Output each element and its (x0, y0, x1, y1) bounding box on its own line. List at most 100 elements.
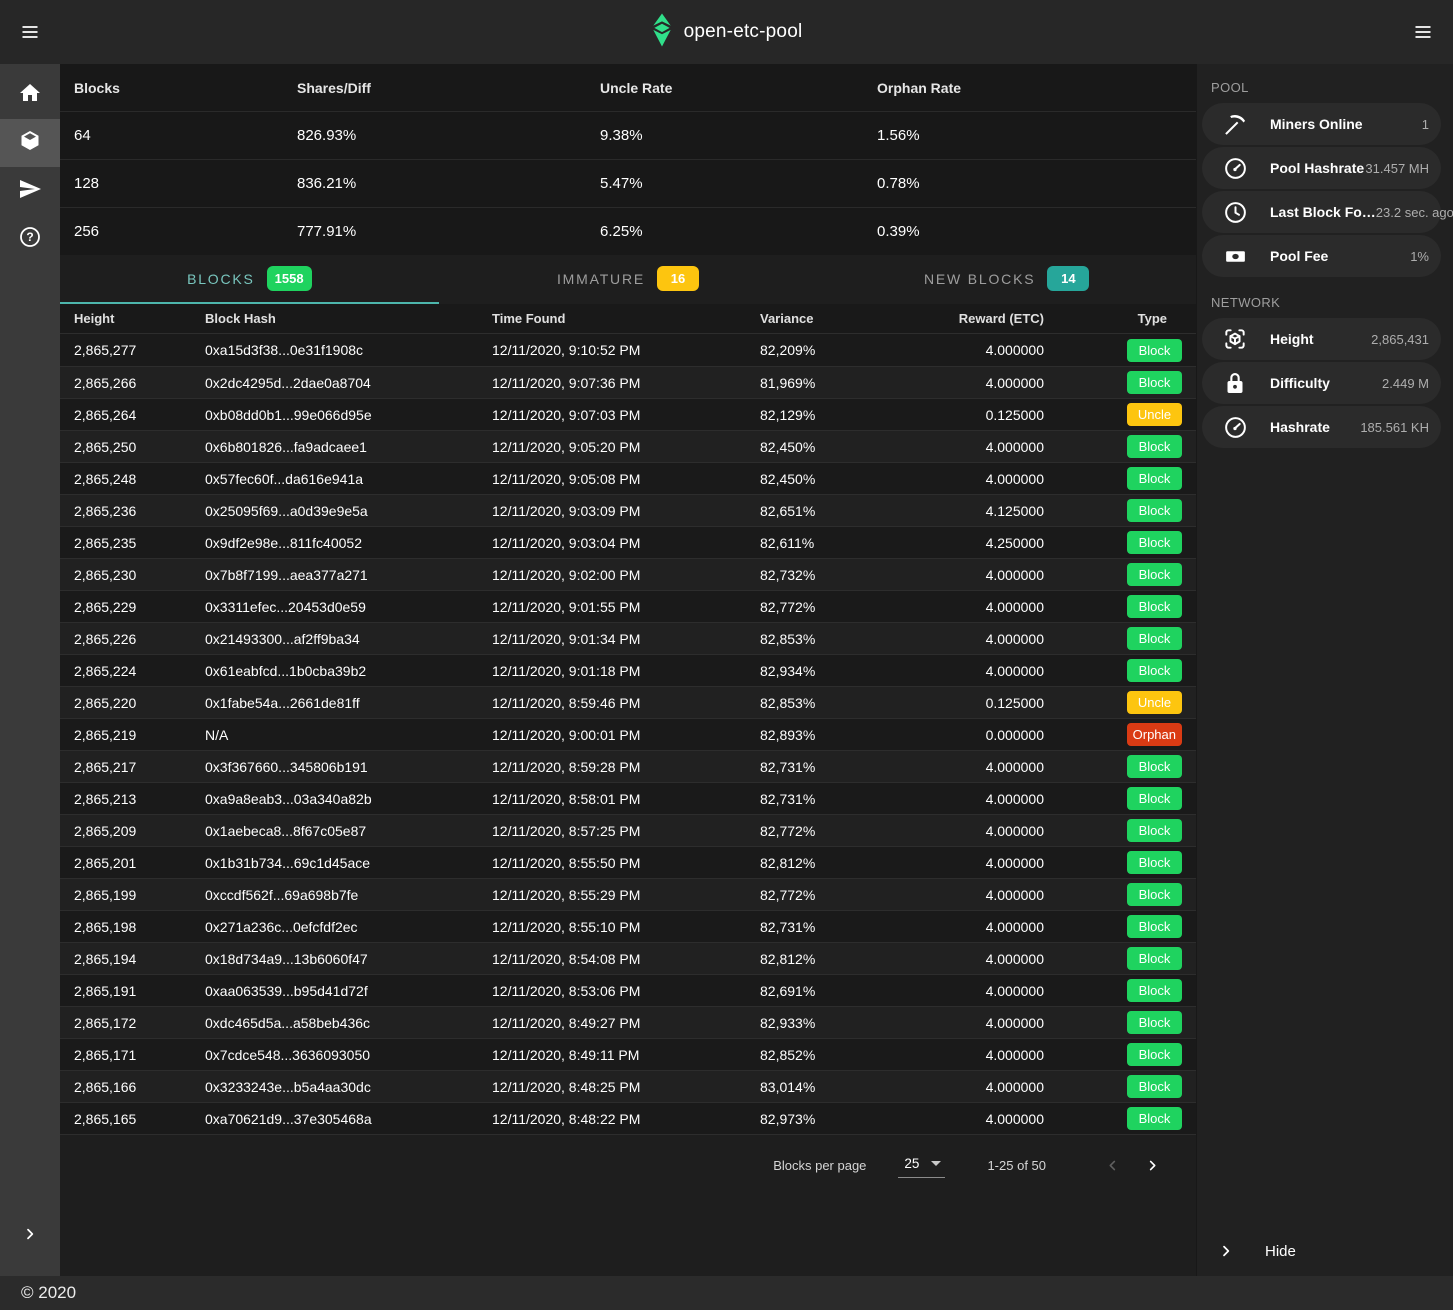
cell-variance: 82,209% (755, 342, 940, 358)
stats-table-body: 64826.93%9.38%1.56%128836.21%5.47%0.78%2… (60, 111, 1196, 255)
cell-variance: 82,772% (755, 823, 940, 839)
banknote-icon (1222, 243, 1248, 269)
next-page-button[interactable] (1132, 1145, 1172, 1185)
cell-reward: 4.000000 (940, 983, 1044, 999)
stats-header-row: BlocksShares/DiffUncle RateOrphan Rate (60, 64, 1196, 111)
table-row: 2,865,219N/A12/11/2020, 9:00:01 PM82,893… (60, 718, 1196, 750)
cell-variance: 82,691% (755, 983, 940, 999)
blocks-per-page-select[interactable]: 25 (898, 1152, 945, 1178)
stats-cell: 826.93% (283, 127, 586, 144)
sidebar-stat-hashrate: Hashrate185.561 KH (1202, 406, 1441, 448)
cell-time: 12/11/2020, 8:53:06 PM (480, 983, 755, 999)
type-badge: Block (1127, 659, 1182, 682)
cell-hash: 0x6b801826...fa9adcaee1 (190, 439, 480, 455)
hide-label: Hide (1265, 1243, 1296, 1260)
right-menu-icon[interactable] (1393, 0, 1453, 64)
tab-blocks[interactable]: BLOCKS1558 (60, 255, 439, 304)
sidebar-stat-pool-hashrate: Pool Hashrate31.457 MH (1202, 147, 1441, 189)
previous-page-button[interactable] (1092, 1145, 1132, 1185)
cell-height: 2,865,229 (60, 599, 190, 615)
home-icon (18, 81, 42, 110)
menu-icon[interactable] (0, 0, 60, 64)
sidebar-stat-difficulty: Difficulty2.449 M (1202, 362, 1441, 404)
cell-height: 2,865,171 (60, 1047, 190, 1063)
stat-label: Last Block Fo… (1270, 204, 1376, 220)
cell-time: 12/11/2020, 8:55:29 PM (480, 887, 755, 903)
cell-time: 12/11/2020, 9:03:04 PM (480, 535, 755, 551)
cell-variance: 82,812% (755, 951, 940, 967)
cell-time: 12/11/2020, 8:59:46 PM (480, 695, 755, 711)
cell-variance: 82,812% (755, 855, 940, 871)
cell-type: Block (1044, 915, 1196, 938)
cell-variance: 82,853% (755, 695, 940, 711)
pagination-bar: Blocks per page 25 1-25 of 50 (60, 1135, 1196, 1195)
cell-variance: 83,014% (755, 1079, 940, 1095)
cell-reward: 4.000000 (940, 951, 1044, 967)
stats-row: 256777.91%6.25%0.39% (60, 207, 1196, 255)
nav-home[interactable] (0, 71, 60, 119)
cell-type: Block (1044, 1107, 1196, 1130)
cell-type: Block (1044, 851, 1196, 874)
cell-hash: 0x7cdce548...3636093050 (190, 1047, 480, 1063)
cell-hash: 0x3f367660...345806b191 (190, 759, 480, 775)
type-badge: Block (1127, 1011, 1182, 1034)
stats-column-header: Shares/Diff (283, 80, 586, 96)
brand: open-etc-pool (651, 13, 803, 52)
type-badge: Block (1127, 979, 1182, 1002)
stat-value: 23.2 sec. ago (1376, 205, 1453, 220)
stats-column-header: Orphan Rate (863, 80, 1196, 96)
cell-reward: 4.000000 (940, 1079, 1044, 1095)
tab-label: IMMATURE (557, 271, 645, 287)
cell-height: 2,865,220 (60, 695, 190, 711)
nav-help[interactable]: ? (0, 215, 60, 263)
cell-height: 2,865,248 (60, 471, 190, 487)
cell-time: 12/11/2020, 8:55:50 PM (480, 855, 755, 871)
tab-label: BLOCKS (187, 271, 255, 287)
left-nav-rail: ? (0, 64, 60, 1276)
sidebar-stat-miners-online: Miners Online1 (1202, 103, 1441, 145)
cell-time: 12/11/2020, 8:48:22 PM (480, 1111, 755, 1127)
cell-hash: 0x3233243e...b5a4aa30dc (190, 1079, 480, 1095)
cell-reward: 4.250000 (940, 535, 1044, 551)
app-title: open-etc-pool (684, 21, 803, 43)
blocks-column-header: Time Found (480, 311, 755, 326)
stat-value: 1 (1422, 117, 1429, 132)
stats-cell: 777.91% (283, 223, 586, 240)
cell-variance: 82,731% (755, 759, 940, 775)
cell-height: 2,865,217 (60, 759, 190, 775)
tab-immature[interactable]: IMMATURE16 (439, 255, 818, 304)
cell-time: 12/11/2020, 9:10:52 PM (480, 342, 755, 358)
cell-height: 2,865,235 (60, 535, 190, 551)
cell-reward: 4.000000 (940, 567, 1044, 583)
cell-height: 2,865,199 (60, 887, 190, 903)
stats-sidebar: POOL Miners Online1Pool Hashrate31.457 M… (1196, 64, 1453, 1276)
type-badge: Block (1127, 1075, 1182, 1098)
cell-type: Block (1044, 499, 1196, 522)
per-page-label: Blocks per page (773, 1158, 866, 1173)
type-badge: Uncle (1127, 691, 1182, 714)
tab-new-blocks[interactable]: NEW BLOCKS14 (817, 255, 1196, 304)
table-row: 2,865,2200x1fabe54a...2661de81ff12/11/20… (60, 686, 1196, 718)
caret-down-icon (931, 1161, 941, 1166)
cell-type: Block (1044, 531, 1196, 554)
type-badge: Block (1127, 915, 1182, 938)
table-row: 2,865,2130xa9a8eab3...03a340a82b12/11/20… (60, 782, 1196, 814)
table-row: 2,865,1910xaa063539...b95d41d72f12/11/20… (60, 974, 1196, 1006)
blocks-table: HeightBlock HashTime FoundVarianceReward… (60, 304, 1196, 1135)
blocks-tabs: BLOCKS1558IMMATURE16NEW BLOCKS14 (60, 255, 1196, 304)
cell-type: Block (1044, 595, 1196, 618)
cell-hash: 0x57fec60f...da616e941a (190, 471, 480, 487)
pool-section-items: Miners Online1Pool Hashrate31.457 MH Last… (1197, 103, 1453, 279)
cell-hash: 0x21493300...af2ff9ba34 (190, 631, 480, 647)
type-badge: Block (1127, 595, 1182, 618)
table-row: 2,865,2660x2dc4295d...2dae0a870412/11/20… (60, 366, 1196, 398)
nav-payments[interactable] (0, 167, 60, 215)
nav-blocks[interactable] (0, 119, 60, 167)
table-row: 2,865,2290x3311efec...20453d0e5912/11/20… (60, 590, 1196, 622)
cell-reward: 0.000000 (940, 727, 1044, 743)
cell-reward: 4.000000 (940, 791, 1044, 807)
cell-hash: 0x9df2e98e...811fc40052 (190, 535, 480, 551)
rail-collapse-button[interactable] (0, 1212, 60, 1260)
clock-icon (1222, 199, 1248, 225)
hide-sidebar-button[interactable]: Hide (1197, 1226, 1453, 1276)
